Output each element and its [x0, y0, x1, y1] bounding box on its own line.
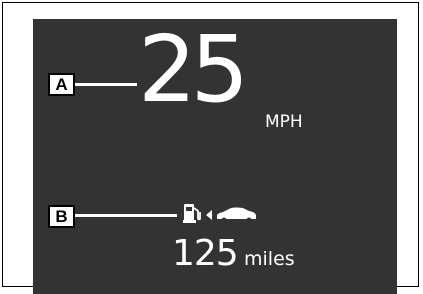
range-icons-svg [183, 204, 256, 223]
callout-b-leader-line [75, 214, 177, 217]
car-icon [217, 207, 256, 223]
range-unit: miles [244, 248, 295, 270]
range-indicator-icons [183, 200, 283, 230]
callout-a-leader-line [75, 83, 137, 86]
speed-unit: MPH [265, 112, 303, 132]
speed-value: 25 [138, 16, 249, 123]
callout-b-label: B [48, 205, 75, 228]
callout-a-label: A [48, 73, 75, 96]
triangle-left-icon [206, 210, 212, 220]
range-value: 125 [172, 233, 239, 274]
fuel-pump-icon [183, 204, 201, 223]
